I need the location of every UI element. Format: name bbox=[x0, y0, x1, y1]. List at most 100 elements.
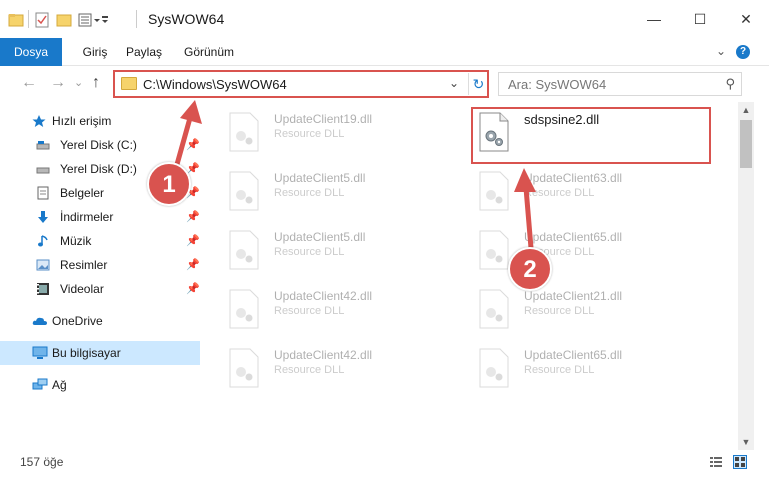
pictures-icon bbox=[36, 258, 50, 272]
separator bbox=[28, 10, 29, 28]
sidebar-item-label: Yerel Disk (C:) bbox=[60, 138, 137, 152]
folder-icon bbox=[121, 77, 137, 90]
pin-icon[interactable]: 📌 bbox=[186, 210, 200, 223]
file-type: Resource DLL bbox=[274, 246, 345, 258]
file-tile[interactable]: UpdateClient42.dll Resource DLL bbox=[210, 340, 450, 392]
drive-icon bbox=[36, 162, 50, 176]
expand-ribbon-icon[interactable]: ⌄ bbox=[716, 44, 726, 58]
tab-share[interactable]: Paylaş bbox=[120, 38, 168, 66]
sidebar-item-label: Ağ bbox=[52, 378, 67, 392]
sidebar-item-local-disk-c[interactable]: Yerel Disk (C:) 📌 bbox=[0, 133, 200, 157]
recent-locations-icon[interactable]: ⌄ bbox=[74, 76, 83, 89]
search-placeholder: Ara: SysWOW64 bbox=[508, 77, 607, 92]
network-icon bbox=[32, 378, 48, 392]
dll-file-icon bbox=[229, 171, 259, 211]
dll-file-icon bbox=[229, 230, 259, 270]
item-count: 157 öğe bbox=[20, 455, 64, 469]
pin-icon[interactable]: 📌 bbox=[186, 234, 200, 247]
sidebar-item-music[interactable]: Müzik 📌 bbox=[0, 229, 200, 253]
search-icon[interactable]: ⚲ bbox=[725, 76, 735, 92]
sidebar-item-label: Resimler bbox=[60, 258, 108, 272]
separator bbox=[136, 10, 137, 28]
file-tile[interactable]: UpdateClient5.dll Resource DLL bbox=[210, 163, 450, 215]
sidebar-item-downloads[interactable]: İndirmeler 📌 bbox=[0, 205, 200, 229]
folder-icon[interactable] bbox=[8, 12, 24, 28]
sidebar-item-label: İndirmeler bbox=[60, 210, 114, 224]
up-icon[interactable]: ↑ bbox=[92, 74, 100, 92]
file-name: UpdateClient65.dll bbox=[524, 230, 623, 244]
music-icon bbox=[36, 234, 50, 248]
file-type: Resource DLL bbox=[524, 187, 595, 199]
dll-file-icon bbox=[479, 289, 509, 329]
address-dropdown-icon[interactable]: ⌄ bbox=[449, 76, 459, 90]
file-name: UpdateClient19.dll bbox=[274, 112, 373, 126]
new-folder-icon[interactable] bbox=[56, 12, 72, 28]
properties-icon[interactable] bbox=[34, 12, 50, 28]
sidebar-item-quick-access[interactable]: Hızlı erişim bbox=[0, 109, 200, 133]
back-icon[interactable]: ← bbox=[21, 74, 37, 92]
file-highlight-box bbox=[471, 107, 711, 164]
sidebar-item-onedrive[interactable]: OneDrive bbox=[0, 309, 200, 333]
tab-home[interactable]: Giriş bbox=[72, 38, 118, 66]
dll-file-icon bbox=[229, 348, 259, 388]
scroll-up-icon[interactable]: ▲ bbox=[738, 102, 754, 118]
file-type: Resource DLL bbox=[274, 128, 345, 140]
ribbon-tabs: Dosya Giriş Paylaş Görünüm ⌄ ? bbox=[0, 38, 769, 66]
dll-file-icon bbox=[479, 348, 509, 388]
downloads-icon bbox=[36, 210, 50, 224]
pin-icon[interactable]: 📌 bbox=[186, 258, 200, 271]
sidebar-item-label: Bu bilgisayar bbox=[52, 346, 121, 360]
dll-file-icon bbox=[479, 171, 509, 211]
sidebar-item-label: Belgeler bbox=[60, 186, 105, 200]
file-tile[interactable]: UpdateClient65.dll Resource DLL bbox=[460, 340, 700, 392]
pin-icon[interactable]: 📌 bbox=[186, 282, 200, 295]
file-type: Resource DLL bbox=[274, 187, 345, 199]
file-tile[interactable]: UpdateClient42.dll Resource DLL bbox=[210, 281, 450, 333]
search-input[interactable]: Ara: SysWOW64 ⚲ bbox=[498, 72, 742, 96]
file-name: UpdateClient65.dll bbox=[524, 348, 623, 362]
details-view-icon[interactable] bbox=[709, 455, 723, 469]
pin-icon[interactable]: 📌 bbox=[186, 138, 200, 151]
sidebar-item-label: Yerel Disk (D:) bbox=[60, 162, 137, 176]
forward-icon[interactable]: → bbox=[50, 74, 66, 92]
window-title: SysWOW64 bbox=[148, 11, 225, 27]
title-bar: SysWOW64 — ☐ ✕ bbox=[0, 0, 769, 38]
sidebar-item-label: Müzik bbox=[60, 234, 92, 248]
tab-file[interactable]: Dosya bbox=[0, 38, 62, 66]
sidebar-item-label: Hızlı erişim bbox=[52, 114, 112, 128]
file-tile[interactable]: UpdateClient21.dll Resource DLL bbox=[460, 281, 700, 333]
file-name: UpdateClient5.dll bbox=[274, 230, 366, 244]
sidebar-item-pictures[interactable]: Resimler 📌 bbox=[0, 253, 200, 277]
file-tile[interactable]: UpdateClient63.dll Resource DLL bbox=[460, 163, 700, 215]
step-callout-1: 1 bbox=[147, 162, 191, 206]
vertical-scrollbar[interactable]: ▲ ▼ bbox=[738, 102, 754, 450]
sidebar-item-videos[interactable]: Videolar 📌 bbox=[0, 277, 200, 301]
file-tile[interactable]: UpdateClient65.dll Resource DLL bbox=[460, 222, 700, 274]
navigation-pane: Hızlı erişim Yerel Disk (C:) 📌 Yerel Dis… bbox=[0, 102, 208, 446]
sidebar-item-this-pc[interactable]: Bu bilgisayar bbox=[0, 341, 200, 365]
file-type: Resource DLL bbox=[274, 364, 345, 376]
dll-file-icon bbox=[229, 289, 259, 329]
scroll-down-icon[interactable]: ▼ bbox=[738, 434, 754, 450]
file-name: UpdateClient42.dll bbox=[274, 348, 373, 362]
address-bar[interactable]: C:\Windows\SysWOW64 ⌄ ↻ bbox=[113, 70, 489, 98]
customize-toolbar-icon[interactable] bbox=[78, 12, 108, 28]
tab-view[interactable]: Görünüm bbox=[178, 38, 240, 66]
file-tile[interactable]: UpdateClient19.dll Resource DLL bbox=[210, 104, 450, 156]
refresh-icon[interactable]: ↻ bbox=[468, 73, 488, 95]
maximize-button[interactable]: ☐ bbox=[677, 0, 723, 38]
file-tile[interactable]: UpdateClient5.dll Resource DLL bbox=[210, 222, 450, 274]
address-path[interactable]: C:\Windows\SysWOW64 bbox=[143, 77, 287, 92]
computer-icon bbox=[32, 346, 48, 360]
sidebar-item-network[interactable]: Ağ bbox=[0, 373, 200, 397]
help-icon[interactable]: ? bbox=[736, 45, 750, 59]
minimize-button[interactable]: — bbox=[631, 0, 677, 38]
dll-file-icon bbox=[229, 112, 259, 152]
close-button[interactable]: ✕ bbox=[723, 0, 769, 38]
file-type: Resource DLL bbox=[524, 305, 595, 317]
large-icons-view-icon[interactable] bbox=[733, 455, 747, 469]
videos-icon bbox=[36, 282, 50, 296]
file-name: UpdateClient21.dll bbox=[524, 289, 623, 303]
file-name: UpdateClient5.dll bbox=[274, 171, 366, 185]
scroll-thumb[interactable] bbox=[740, 120, 752, 168]
